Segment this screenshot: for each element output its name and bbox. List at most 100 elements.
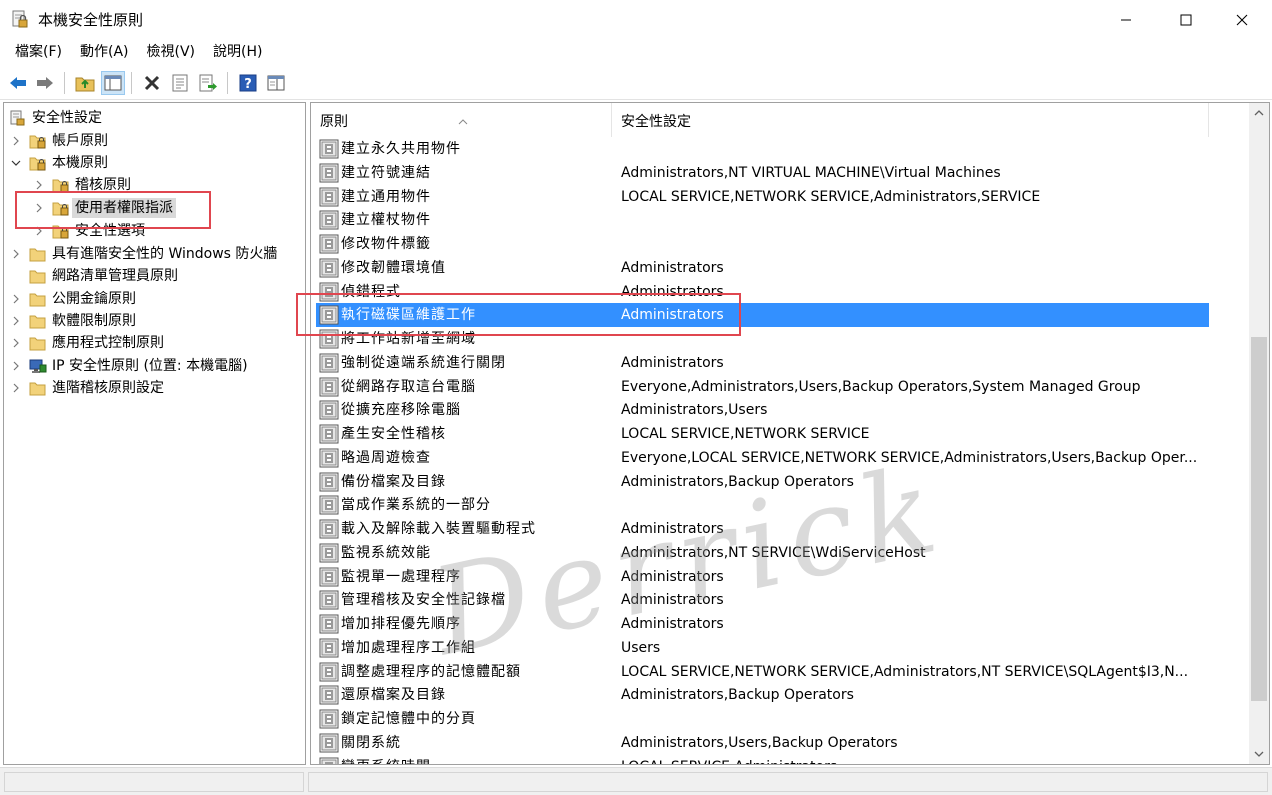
folder-lock-icon xyxy=(29,155,47,171)
back-arrow-icon[interactable] xyxy=(6,71,30,95)
policy-row[interactable]: 監視單一處理程序 Administrators xyxy=(316,565,1209,589)
column-header-setting[interactable]: 安全性設定 xyxy=(612,103,1209,137)
chevron-right-icon[interactable] xyxy=(32,178,46,192)
policy-setting-value: Administrators,Users,Backup Operators xyxy=(621,734,898,751)
delete-icon[interactable] xyxy=(140,71,164,95)
tree-item-local-policies[interactable]: 本機原則 xyxy=(9,152,108,174)
menu-file[interactable]: 檔案(F) xyxy=(6,40,71,64)
up-folder-icon[interactable] xyxy=(73,71,97,95)
menu-bar: 檔案(F) 動作(A) 檢視(V) 說明(H) xyxy=(0,40,1272,64)
policy-setting-icon xyxy=(319,662,339,682)
folder-icon xyxy=(29,335,47,351)
policy-setting-value: Everyone,Administrators,Users,Backup Ope… xyxy=(621,378,1141,395)
column-header-label: 原則 xyxy=(320,114,348,130)
maximize-button[interactable] xyxy=(1156,0,1216,40)
policy-row[interactable]: 建立權杖物件 xyxy=(316,208,1209,232)
folder-icon xyxy=(29,246,47,262)
status-bar xyxy=(0,767,1272,795)
policy-setting-icon xyxy=(319,234,339,254)
help-icon[interactable]: ? xyxy=(236,71,260,95)
policy-name: 載入及解除載入裝置驅動程式 xyxy=(341,521,536,537)
policy-row[interactable]: 關閉系統 Administrators,Users,Backup Operator… xyxy=(316,731,1209,755)
policy-row[interactable]: 還原檔案及目錄 Administrators,Backup Operators xyxy=(316,683,1209,707)
local-security-policy-icon xyxy=(11,10,29,30)
annotation-box-row xyxy=(296,293,741,336)
policy-row[interactable]: 管理稽核及安全性記錄檔 Administrators xyxy=(316,588,1209,612)
policy-row[interactable]: 建立符號連結 Administrators,NT VIRTUAL MACHINE\… xyxy=(316,161,1209,185)
chevron-right-icon[interactable] xyxy=(9,134,23,148)
chevron-right-icon[interactable] xyxy=(9,359,23,373)
policy-row[interactable]: 變更系統時間 LOCAL SERVICE,Administrators xyxy=(316,755,1209,765)
vertical-scrollbar[interactable] xyxy=(1249,103,1269,764)
column-header-policy[interactable]: 原則 xyxy=(311,103,612,137)
policy-setting-icon xyxy=(319,519,339,539)
policy-setting-value: Administrators,Backup Operators xyxy=(621,687,854,704)
policy-row[interactable]: 載入及解除載入裝置驅動程式 Administrators xyxy=(316,517,1209,541)
tree-item-ip-security[interactable]: IP 安全性原則 (位置: 本機電腦) xyxy=(9,355,248,377)
policy-setting-icon xyxy=(319,258,339,278)
policy-row[interactable]: 從擴充座移除電腦 Administrators,Users xyxy=(316,398,1209,422)
menu-action[interactable]: 動作(A) xyxy=(71,40,138,64)
export-list-icon[interactable] xyxy=(196,71,220,95)
policy-row[interactable]: 修改韌體環境值 Administrators xyxy=(316,256,1209,280)
annotation-box-tree xyxy=(15,191,211,229)
chevron-right-icon[interactable] xyxy=(9,381,23,395)
policy-row[interactable]: 建立通用物件 LOCAL SERVICE,NETWORK SERVICE,Admi… xyxy=(316,185,1209,209)
policy-row[interactable]: 強制從遠端系統進行關閉 Administrators xyxy=(316,351,1209,375)
tree-item-label: 網路清單管理員原則 xyxy=(52,268,178,284)
tree-item-application-control[interactable]: 應用程式控制原則 xyxy=(9,332,164,354)
tree-item-network-list-manager[interactable]: 網路清單管理員原則 xyxy=(29,265,178,287)
properties-icon[interactable] xyxy=(168,71,192,95)
chevron-right-icon[interactable] xyxy=(9,314,23,328)
minimize-button[interactable] xyxy=(1096,0,1156,40)
console-icon[interactable] xyxy=(264,71,288,95)
toolbar-separator xyxy=(131,72,132,94)
scroll-up-icon[interactable] xyxy=(1249,103,1269,123)
security-root-icon xyxy=(9,110,27,126)
scrollbar-thumb[interactable] xyxy=(1251,337,1267,701)
forward-arrow-icon[interactable] xyxy=(33,71,57,95)
toolbar-separator xyxy=(227,72,228,94)
policy-row[interactable]: 增加處理程序工作組 Users xyxy=(316,636,1209,660)
menu-help[interactable]: 說明(H) xyxy=(204,40,271,64)
policy-row[interactable]: 增加排程優先順序 Administrators xyxy=(316,612,1209,636)
policy-row[interactable]: 調整處理程序的記憶體配額 LOCAL SERVICE,NETWORK SERVIC… xyxy=(316,660,1209,684)
chevron-down-icon[interactable] xyxy=(9,156,23,170)
scroll-down-icon[interactable] xyxy=(1249,744,1269,764)
policy-setting-icon xyxy=(319,472,339,492)
menu-view[interactable]: 檢視(V) xyxy=(138,40,205,64)
policy-name: 增加排程優先順序 xyxy=(341,616,461,632)
policy-row[interactable]: 產生安全性稽核 LOCAL SERVICE,NETWORK SERVICE xyxy=(316,422,1209,446)
policy-name: 修改物件標籤 xyxy=(341,236,431,252)
window-title: 本機安全性原則 xyxy=(38,11,144,29)
policy-row[interactable]: 鎖定記憶體中的分頁 xyxy=(316,707,1209,731)
policy-row[interactable]: 監視系統效能 Administrators,NT SERVICE\WdiServi… xyxy=(316,541,1209,565)
tree-item-label: 安全性設定 xyxy=(32,110,102,126)
status-segment xyxy=(4,772,304,792)
chevron-right-icon[interactable] xyxy=(9,292,23,306)
tree-item-software-restriction[interactable]: 軟體限制原則 xyxy=(9,310,136,332)
policy-row[interactable]: 建立永久共用物件 xyxy=(316,137,1209,161)
show-tree-icon[interactable] xyxy=(101,71,125,95)
folder-icon xyxy=(29,291,47,307)
chevron-right-icon[interactable] xyxy=(9,247,23,261)
policy-row[interactable]: 備份檔案及目錄 Administrators,Backup Operators xyxy=(316,470,1209,494)
chevron-right-icon[interactable] xyxy=(9,336,23,350)
policy-row[interactable]: 略過周遊檢查 Everyone,LOCAL SERVICE,NETWORK SER… xyxy=(316,446,1209,470)
tree-item-advanced-audit[interactable]: 進階稽核原則設定 xyxy=(9,377,164,399)
tree-item-security-settings[interactable]: 安全性設定 xyxy=(9,107,102,129)
policy-setting-icon xyxy=(319,139,339,159)
policy-row[interactable]: 當成作業系統的一部分 xyxy=(316,493,1209,517)
policy-setting-value: LOCAL SERVICE,Administrators xyxy=(621,755,1206,765)
close-button[interactable] xyxy=(1212,0,1272,40)
folder-icon xyxy=(29,268,47,284)
policy-setting-icon xyxy=(319,543,339,563)
policy-row[interactable]: 從網路存取這台電腦 Everyone,Administrators,Users,B… xyxy=(316,375,1209,399)
tree-item-label: 帳戶原則 xyxy=(52,133,108,149)
tree-item-account-policies[interactable]: 帳戶原則 xyxy=(9,130,108,152)
policy-setting-value: Administrators xyxy=(621,354,724,371)
tree-item-windows-firewall[interactable]: 具有進階安全性的 Windows 防火牆 xyxy=(9,243,277,265)
policy-setting-value: Administrators xyxy=(621,521,724,537)
policy-row[interactable]: 修改物件標籤 xyxy=(316,232,1209,256)
tree-item-public-key-policies[interactable]: 公開金鑰原則 xyxy=(9,288,136,310)
